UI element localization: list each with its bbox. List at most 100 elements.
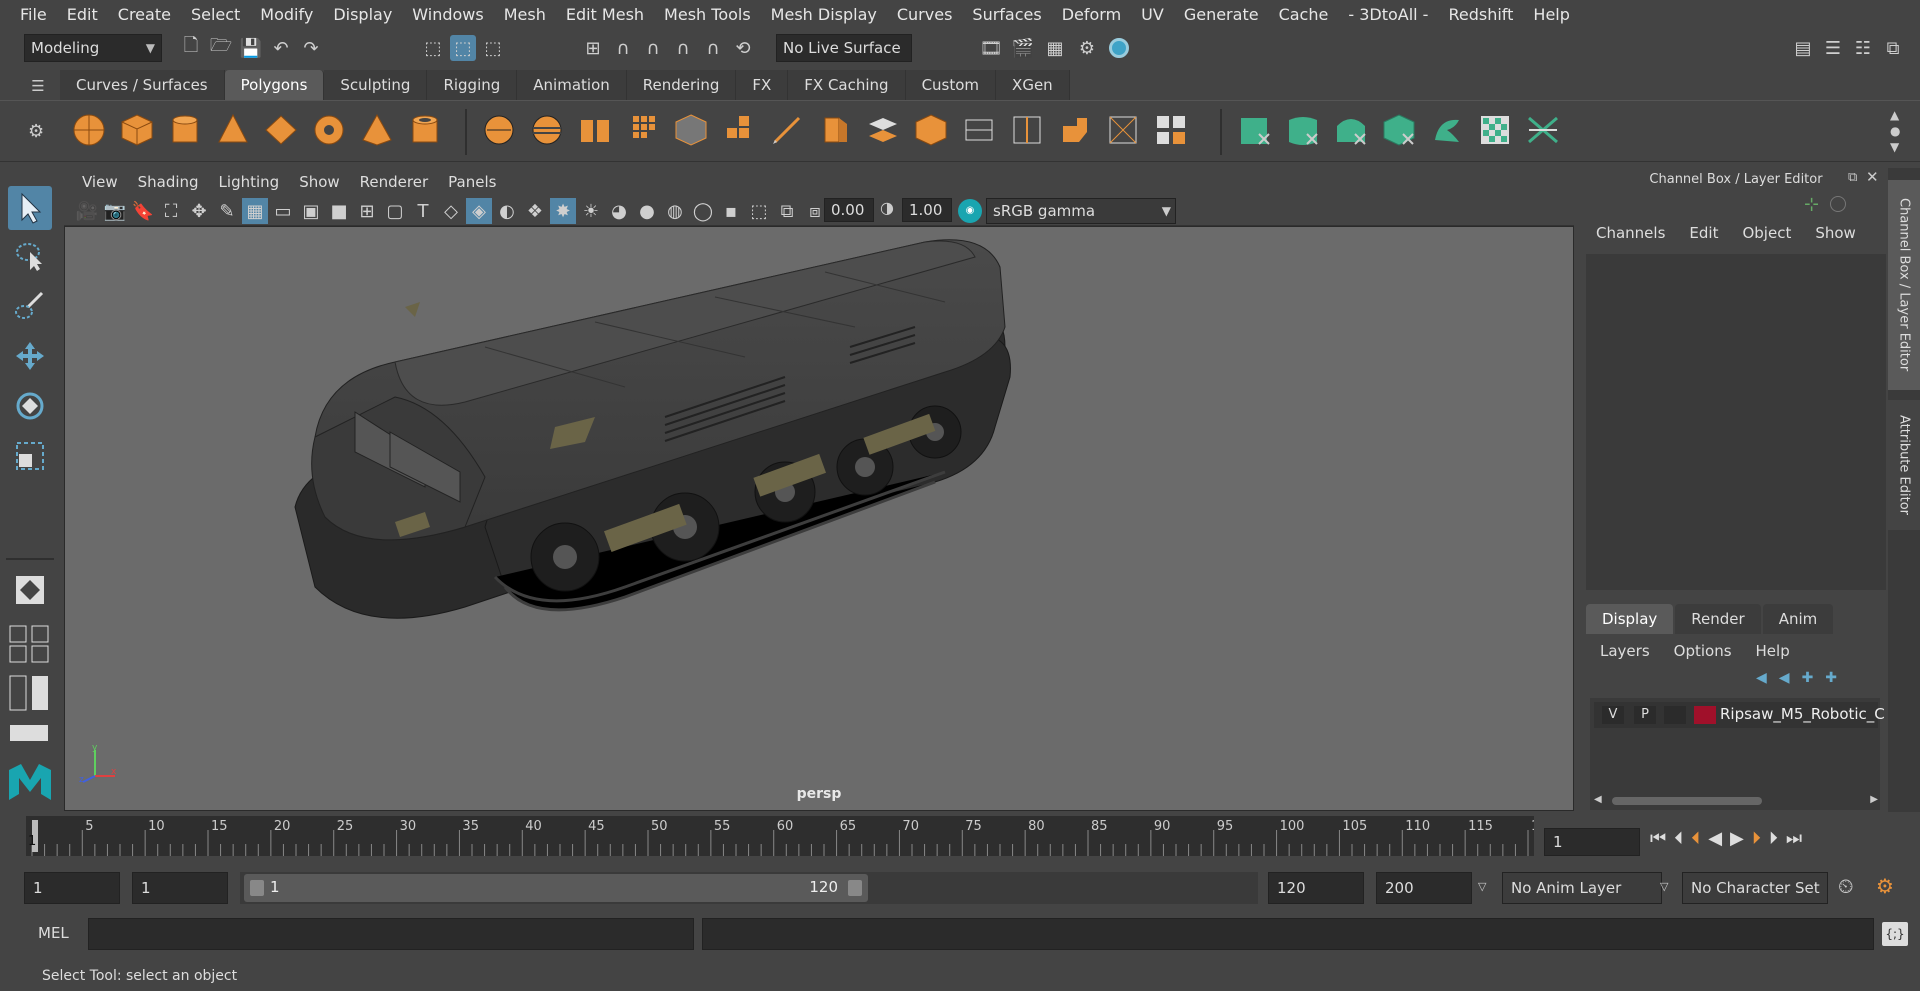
motion-blur-icon[interactable]: ●	[634, 198, 660, 224]
poly-cone-icon[interactable]	[212, 109, 254, 151]
mirror-icon[interactable]	[670, 109, 712, 151]
current-frame-field[interactable]: 1	[1544, 828, 1640, 856]
layer-color-swatch[interactable]	[1694, 706, 1716, 724]
move-tool-icon[interactable]	[8, 334, 52, 378]
viewport-menu-panels[interactable]: Panels	[438, 173, 506, 191]
bevel-icon[interactable]	[718, 109, 760, 151]
shelf-tab-rendering[interactable]: Rendering	[626, 70, 737, 100]
shelf-tab-animation[interactable]: Animation	[517, 70, 627, 100]
xray-icon[interactable]: ⬚	[746, 198, 772, 224]
channel-box-menu-show[interactable]: Show	[1815, 224, 1855, 242]
gamma-icon[interactable]: ◑	[880, 198, 894, 217]
step-forward-key-icon[interactable]: ⏵	[1752, 828, 1761, 849]
step-back-frame-icon[interactable]: ⏴	[1674, 828, 1683, 849]
two-d-pan-icon[interactable]: ✥	[186, 198, 212, 224]
view-transform-dropdown[interactable]: sRGB gamma ▼	[986, 198, 1176, 224]
four-view-layout-icon[interactable]	[8, 624, 52, 664]
layer-scrollbar[interactable]: ◀ ▶	[1594, 794, 1878, 808]
hypershade-icon[interactable]	[1106, 35, 1132, 61]
anim-prefs-icon[interactable]: ⚙	[1876, 874, 1894, 898]
channel-box-menu-object[interactable]: Object	[1742, 224, 1791, 242]
append-polygon-icon[interactable]	[910, 109, 952, 151]
attribute-list-icon[interactable]: ☷	[1850, 35, 1876, 61]
range-slider-left-grip[interactable]	[250, 880, 264, 896]
playback-end-field[interactable]: 120	[1268, 872, 1364, 904]
new-scene-icon[interactable]: 🗋	[178, 35, 204, 61]
uv-editor-icon[interactable]	[1474, 109, 1516, 151]
textured-icon[interactable]: ❖	[522, 198, 548, 224]
new-layer-from-selection-icon[interactable]: ✚	[1825, 670, 1837, 686]
channel-box-side-tab[interactable]: Channel Box / Layer Editor	[1888, 180, 1920, 390]
snap-point-icon[interactable]: ∩	[640, 35, 666, 61]
uv-cylindrical-icon[interactable]	[1282, 109, 1324, 151]
extract-icon[interactable]	[574, 109, 616, 151]
extrude-icon[interactable]	[814, 109, 856, 151]
gamma-field[interactable]: 1.00	[902, 198, 952, 222]
outliner-layout-icon[interactable]	[8, 672, 52, 716]
new-layer-icon[interactable]: ✚	[1802, 670, 1814, 686]
smooth-icon[interactable]	[622, 109, 664, 151]
uv-sew-icon[interactable]	[1522, 109, 1564, 151]
single-view-layout-icon[interactable]	[8, 568, 52, 612]
exposure-field[interactable]: 0.00	[824, 198, 874, 222]
layer-menu-layers[interactable]: Layers	[1600, 642, 1650, 660]
step-forward-frame-icon[interactable]: ⏵	[1769, 828, 1778, 849]
viewport-menu-renderer[interactable]: Renderer	[350, 173, 438, 191]
select-object-icon[interactable]: ⬚	[450, 35, 476, 61]
bookmark-icon[interactable]: 🔖	[130, 198, 156, 224]
uv-planar-icon[interactable]	[1234, 109, 1276, 151]
multi-cut-icon[interactable]	[766, 109, 808, 151]
menu-deform[interactable]: Deform	[1052, 0, 1131, 30]
collapse-icon[interactable]	[1150, 109, 1192, 151]
grid-toggle-icon[interactable]: ▦	[242, 198, 268, 224]
chevron-down-icon[interactable]: ▽	[1478, 880, 1486, 893]
time-slider[interactable]: 5 10 15 20 25 30 35 40 45 50 55 60 65 70 75 80 85 90 95 100…	[26, 816, 1548, 856]
use-all-lights-icon[interactable]: ✸	[550, 198, 576, 224]
safe-title-icon[interactable]: T	[410, 198, 436, 224]
select-hierarchy-icon[interactable]: ⬚	[420, 35, 446, 61]
layer-row[interactable]: V P Ripsaw_M5_Robotic_C	[1594, 702, 1885, 728]
go-to-start-icon[interactable]: ⏮	[1650, 828, 1666, 849]
layer-display-type-toggle[interactable]	[1664, 706, 1686, 724]
shelf-tab-xgen[interactable]: XGen	[996, 70, 1070, 100]
uv-automatic-icon[interactable]	[1378, 109, 1420, 151]
snap-curve-icon[interactable]: ∩	[610, 35, 636, 61]
move-layer-down-icon[interactable]: ◀	[1779, 670, 1790, 686]
menu-mesh-display[interactable]: Mesh Display	[761, 0, 887, 30]
range-slider-right-grip[interactable]	[848, 880, 862, 896]
save-scene-icon[interactable]: 💾	[238, 35, 264, 61]
go-to-end-icon[interactable]: ⏭	[1786, 828, 1802, 849]
merge-icon[interactable]	[1054, 109, 1096, 151]
camera-attributes-icon[interactable]: 📷	[102, 198, 128, 224]
attribute-editor-side-tab[interactable]: Attribute Editor	[1888, 400, 1920, 530]
scroll-thumb[interactable]	[1612, 797, 1762, 805]
make-live-icon[interactable]: ⟲	[730, 35, 756, 61]
poly-torus-icon[interactable]	[308, 109, 350, 151]
viewport-menu-shading[interactable]: Shading	[128, 173, 209, 191]
ambient-occlusion-icon[interactable]: ◕	[606, 198, 632, 224]
shelf-settings-icon[interactable]: ⚙	[28, 121, 44, 142]
xray-joints-icon[interactable]: ⧉	[774, 198, 800, 224]
menu-3dtoall[interactable]: - 3DtoAll -	[1338, 0, 1438, 30]
layout-toggle-icon[interactable]	[8, 722, 52, 744]
step-back-key-icon[interactable]: ⏴	[1691, 828, 1700, 849]
snap-grid-icon[interactable]: ⊞	[580, 35, 606, 61]
channel-list[interactable]	[1586, 254, 1886, 590]
select-tool-icon[interactable]	[8, 186, 52, 230]
film-gate-icon[interactable]: ▭	[270, 198, 296, 224]
layer-name[interactable]: Ripsaw_M5_Robotic_C	[1720, 705, 1885, 723]
move-layer-up-icon[interactable]: ◀	[1756, 670, 1767, 686]
rotate-tool-icon[interactable]	[8, 384, 52, 428]
open-scene-icon[interactable]: 🗁	[208, 35, 234, 61]
shadows-icon[interactable]: ☀	[578, 198, 604, 224]
bridge-icon[interactable]	[862, 109, 904, 151]
uv-unfold-icon[interactable]	[1426, 109, 1468, 151]
script-editor-icon[interactable]: {;}	[1882, 922, 1908, 946]
gate-mask-icon[interactable]: ■	[326, 198, 352, 224]
render-settings-icon[interactable]: ⚙	[1074, 35, 1100, 61]
shelf-tab-rigging[interactable]: Rigging	[427, 70, 518, 100]
menu-windows[interactable]: Windows	[402, 0, 493, 30]
workspace-icon[interactable]: ▤	[1790, 35, 1816, 61]
target-weld-icon[interactable]	[1102, 109, 1144, 151]
channel-box-menu-edit[interactable]: Edit	[1689, 224, 1718, 242]
